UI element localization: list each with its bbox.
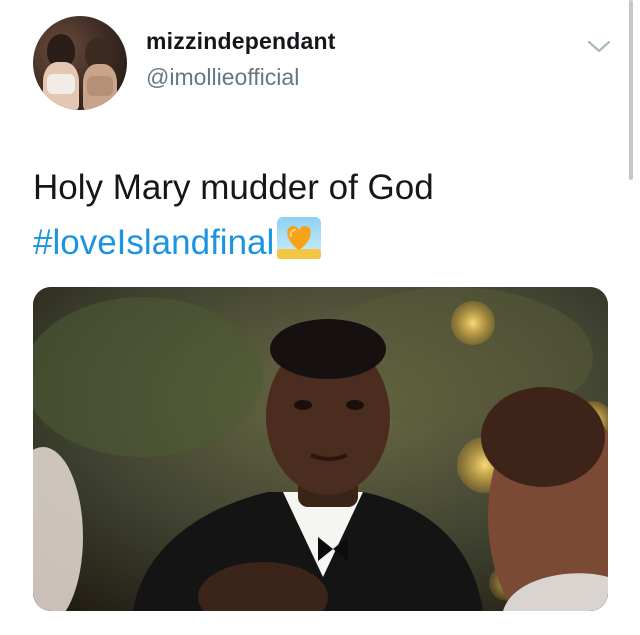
tweet-body: Holy Mary mudder of God: [33, 168, 434, 207]
hashtag-link[interactable]: #loveIslandfinal: [33, 223, 274, 262]
chevron-down-icon[interactable]: [586, 38, 612, 56]
avatar[interactable]: [33, 16, 127, 110]
display-name[interactable]: mizzindependant: [146, 28, 336, 55]
tweet-media-image[interactable]: [33, 287, 608, 611]
sunset-heart-emoji: [276, 216, 322, 260]
scrollbar[interactable]: [629, 0, 633, 180]
hashtag-line: #loveIslandfinal: [33, 215, 613, 270]
tweet-text: Holy Mary mudder of God #loveIslandfinal: [33, 160, 613, 270]
user-handle[interactable]: @imollieofficial: [146, 64, 299, 91]
tweet: mizzindependant @imollieofficial Holy Ma…: [0, 0, 640, 635]
